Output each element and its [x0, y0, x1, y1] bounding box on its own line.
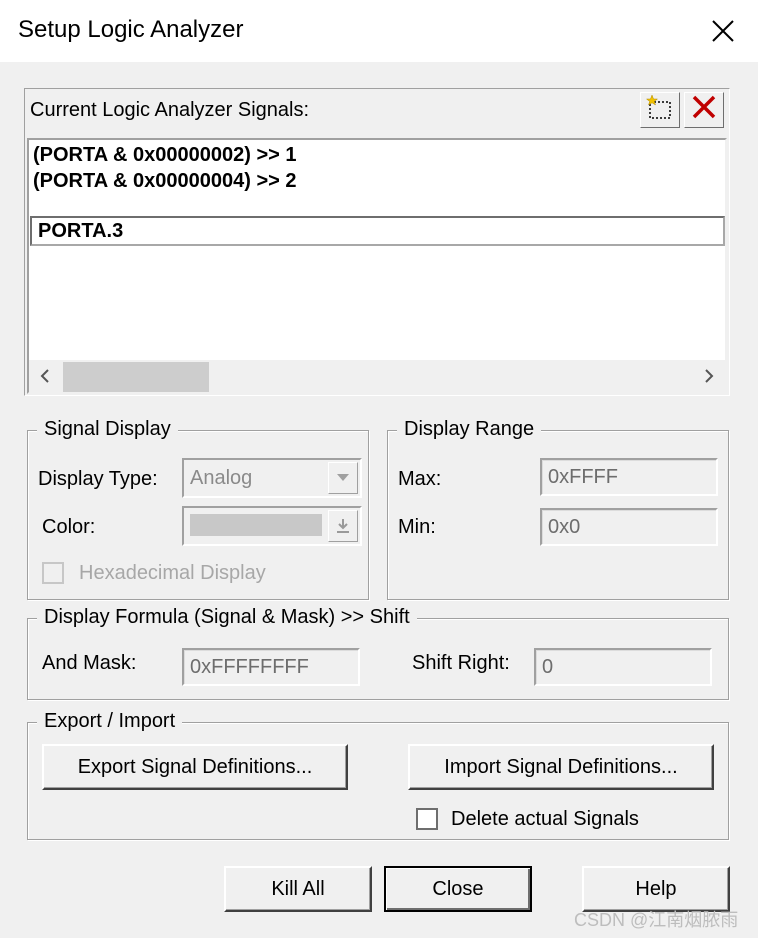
shift-right-input[interactable]: 0	[534, 648, 712, 686]
close-button[interactable]: Close	[384, 866, 532, 912]
scroll-left-icon[interactable]	[33, 364, 57, 388]
color-select[interactable]	[182, 506, 362, 546]
window-title: Setup Logic Analyzer	[18, 16, 244, 43]
min-label: Min:	[398, 516, 436, 538]
scroll-right-icon[interactable]	[697, 364, 721, 388]
kill-all-button[interactable]: Kill All	[224, 866, 372, 912]
display-range-title: Display Range	[397, 418, 542, 441]
horizontal-scrollbar[interactable]	[29, 360, 725, 392]
new-signal-button[interactable]	[640, 92, 680, 128]
title-bar: Setup Logic Analyzer	[0, 0, 758, 62]
hexadecimal-checkbox[interactable]	[42, 562, 64, 584]
signals-list[interactable]: (PORTA & 0x00000002) >> 1 (PORTA & 0x000…	[27, 138, 727, 394]
color-label: Color:	[42, 516, 96, 538]
list-item[interactable]: (PORTA & 0x00000004) >> 2	[33, 170, 296, 193]
signals-header-label: Current Logic Analyzer Signals:	[30, 99, 310, 121]
hexadecimal-label: Hexadecimal Display	[79, 562, 266, 584]
delete-x-icon	[691, 94, 717, 126]
color-swatch	[190, 514, 322, 536]
scrollbar-thumb[interactable]	[63, 362, 209, 392]
new-icon	[645, 94, 674, 126]
close-icon[interactable]	[702, 10, 744, 52]
delete-signals-checkbox[interactable]	[416, 808, 438, 830]
delete-signal-button[interactable]	[684, 92, 724, 128]
color-dropdown-icon[interactable]	[328, 510, 358, 542]
display-type-select[interactable]: Analog	[182, 458, 362, 498]
shift-right-label: Shift Right:	[412, 652, 510, 674]
chevron-down-icon[interactable]	[328, 462, 358, 494]
display-type-value: Analog	[190, 467, 253, 489]
export-signal-definitions-button[interactable]: Export Signal Definitions...	[42, 744, 348, 790]
list-item[interactable]: (PORTA & 0x00000002) >> 1	[33, 144, 296, 167]
delete-signals-label: Delete actual Signals	[451, 808, 639, 830]
display-type-label: Display Type:	[38, 468, 158, 490]
max-label: Max:	[398, 468, 442, 490]
display-formula-title: Display Formula (Signal & Mask) >> Shift	[37, 606, 417, 629]
signal-display-title: Signal Display	[37, 418, 178, 441]
import-signal-definitions-button[interactable]: Import Signal Definitions...	[408, 744, 714, 790]
watermark: CSDN @江南烟脓雨	[574, 910, 739, 930]
max-input[interactable]: 0xFFFF	[540, 458, 718, 496]
signal-edit-input[interactable]: PORTA.3	[30, 216, 725, 246]
and-mask-label: And Mask:	[42, 652, 137, 674]
export-import-title: Export / Import	[37, 710, 183, 733]
min-input[interactable]: 0x0	[540, 508, 718, 546]
and-mask-input[interactable]: 0xFFFFFFFF	[182, 648, 360, 686]
